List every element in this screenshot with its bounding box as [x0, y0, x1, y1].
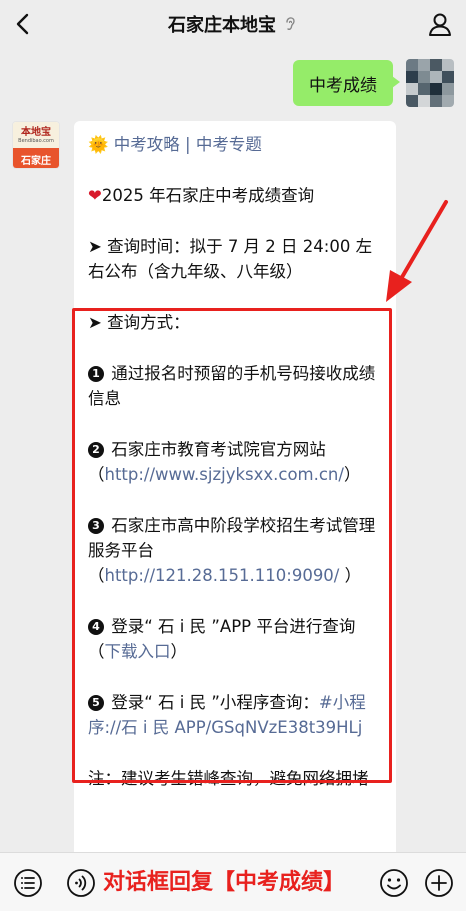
plus-icon[interactable] — [424, 868, 454, 898]
logo-main-text: 本地宝 — [21, 126, 51, 138]
method-4: 4 登录“ 石 i 民 ”APP 平台进行查询（下载入口） — [88, 614, 382, 664]
chat-title: 石家庄本地宝 — [168, 15, 276, 36]
guide-links-line: 🌞 中考攻略 | 中考专题 — [88, 132, 382, 157]
paren-open: （ — [88, 465, 105, 484]
user-avatar[interactable] — [406, 59, 454, 107]
paren-open: （ — [88, 566, 105, 585]
method-4-text: 登录“ 石 i 民 ”APP 平台进行查询 — [106, 617, 356, 636]
query-time: ➤ 查询时间：拟于 7 月 2 日 24:00 左右公布（含九年级、八年级） — [88, 234, 382, 284]
logo-city-text: 石家庄 — [13, 148, 59, 168]
exam-institute-link[interactable]: http://www.sjzjyksxx.com.cn/ — [105, 465, 344, 484]
outgoing-message-bubble[interactable]: 中考成绩 — [293, 60, 400, 106]
query-time-text: 查询时间：拟于 7 月 2 日 24:00 左右公布（含九年级、八年级） — [88, 237, 373, 281]
method-2: 2 石家庄市教育考试院官方网站 （http://www.sjzjyksxx.co… — [88, 437, 382, 487]
method-3-text: 石家庄市高中阶段学校招生考试管理服务平台 — [88, 516, 376, 560]
topic-link[interactable]: 中考专题 — [196, 135, 262, 154]
method-3: 3 石家庄市高中阶段学校招生考试管理服务平台 （http://121.28.15… — [88, 513, 382, 588]
note-text: 注：建议考生错峰查询，避免网络拥堵 — [88, 769, 369, 788]
voice-icon[interactable] — [66, 868, 96, 898]
note: 注：建议考生错峰查询，避免网络拥堵 — [88, 766, 382, 791]
title-area: 石家庄本地宝 — [0, 0, 466, 48]
method-1-text: 通过报名时预留的手机号码接收成绩信息 — [88, 364, 376, 408]
number-5-icon: 5 — [88, 695, 104, 711]
link-separator: | — [179, 135, 196, 154]
outgoing-message-text: 中考成绩 — [309, 75, 377, 96]
bot-avatar[interactable]: 本地宝 Bendibao.com 石家庄 — [12, 121, 60, 169]
methods-title-text: 查询方式： — [101, 313, 190, 332]
incoming-message-bubble: 🌞 中考攻略 | 中考专题 ❤2025 年石家庄中考成绩查询 ➤ 查询时间：拟于… — [74, 121, 396, 861]
number-3-icon: 3 — [88, 518, 104, 534]
paren-open: （ — [88, 642, 105, 661]
number-4-icon: 4 — [88, 619, 104, 635]
number-2-icon: 2 — [88, 442, 104, 458]
enrollment-platform-link[interactable]: http://121.28.151.110:9090/ — [105, 566, 340, 585]
bendibao-logo: 本地宝 Bendibao.com — [13, 122, 59, 148]
method-5-text: 登录“ 石 i 民 ”小程序查询： — [106, 693, 319, 712]
method-1: 1 通过报名时预留的手机号码接收成绩信息 — [88, 361, 382, 411]
paren-close: ） — [343, 465, 361, 484]
heart-icon: ❤ — [88, 186, 102, 205]
logo-sub-text: Bendibao.com — [18, 137, 54, 144]
paren-close: ） — [170, 642, 188, 661]
method-5: 5 登录“ 石 i 民 ”小程序查询：#小程序://石 i 民 APP/GSqN… — [88, 690, 382, 740]
arrow-bullet-icon: ➤ — [88, 313, 102, 332]
download-link[interactable]: 下载入口 — [105, 642, 171, 661]
bottom-input-bar: 对话框回复【中考成绩】 — [0, 852, 466, 911]
menu-list-icon[interactable] — [13, 868, 43, 898]
ear-icon — [282, 16, 298, 32]
arrow-bullet-icon: ➤ — [88, 237, 102, 256]
emoji-icon[interactable] — [379, 868, 409, 898]
reply-hint-text: 对话框回复【中考成绩】 — [103, 870, 346, 895]
sun-icon: 🌞 — [88, 135, 109, 154]
headline: ❤2025 年石家庄中考成绩查询 — [88, 183, 382, 208]
paren-close: ） — [339, 566, 362, 585]
method-2-text: 石家庄市教育考试院官方网站 — [106, 440, 326, 459]
guide-link[interactable]: 中考攻略 — [114, 135, 180, 154]
top-bar: 石家庄本地宝 — [0, 0, 466, 48]
number-1-icon: 1 — [88, 366, 104, 382]
person-icon[interactable] — [426, 10, 454, 38]
headline-text: 2025 年石家庄中考成绩查询 — [101, 186, 315, 205]
methods-title: ➤ 查询方式： — [88, 310, 382, 335]
